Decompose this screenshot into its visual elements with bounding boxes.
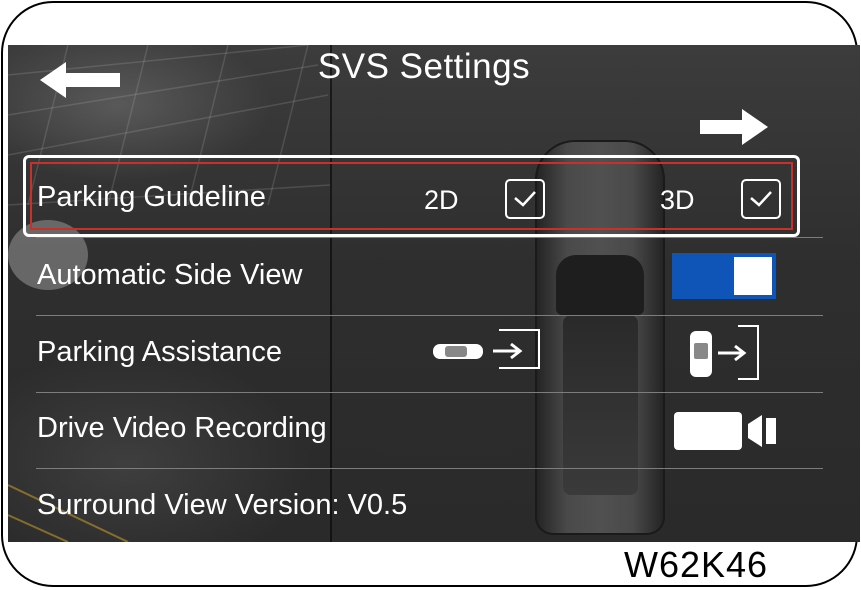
- svs-settings-screen: SVS Settings Parking Guideline 2D 3D Aut…: [8, 45, 860, 542]
- page-title: SVS Settings: [317, 47, 531, 86]
- option-2d-label: 2D: [424, 185, 459, 215]
- row-divider: [36, 392, 823, 393]
- drive-video-recording-label: Drive Video Recording: [37, 412, 327, 444]
- row-divider: [36, 237, 823, 238]
- parking-assistance-label: Parking Assistance: [37, 336, 283, 368]
- option-3d-label: 3D: [660, 185, 695, 215]
- back-arrow-icon[interactable]: [38, 60, 123, 100]
- checkbox-2d[interactable]: [505, 179, 545, 219]
- toggle-knob: [734, 257, 772, 295]
- checkmark-icon: [514, 191, 536, 207]
- row-divider: [36, 315, 823, 316]
- parking-guideline-label: Parking Guideline: [37, 181, 266, 213]
- checkbox-3d[interactable]: [741, 179, 781, 219]
- automatic-side-view-label: Automatic Side View: [37, 259, 303, 291]
- surround-view-version: Surround View Version: V0.5: [37, 489, 408, 521]
- video-camera-icon[interactable]: [672, 410, 778, 452]
- vehicle-windshield: [556, 255, 644, 315]
- automatic-side-view-toggle[interactable]: [672, 253, 776, 299]
- car-side-parking-icon[interactable]: [431, 327, 546, 373]
- forward-arrow-icon[interactable]: [698, 107, 770, 147]
- car-rear-parking-icon[interactable]: [688, 323, 768, 383]
- checkmark-icon: [750, 191, 772, 207]
- figure-code: W62K46: [624, 544, 769, 585]
- row-divider: [36, 468, 823, 469]
